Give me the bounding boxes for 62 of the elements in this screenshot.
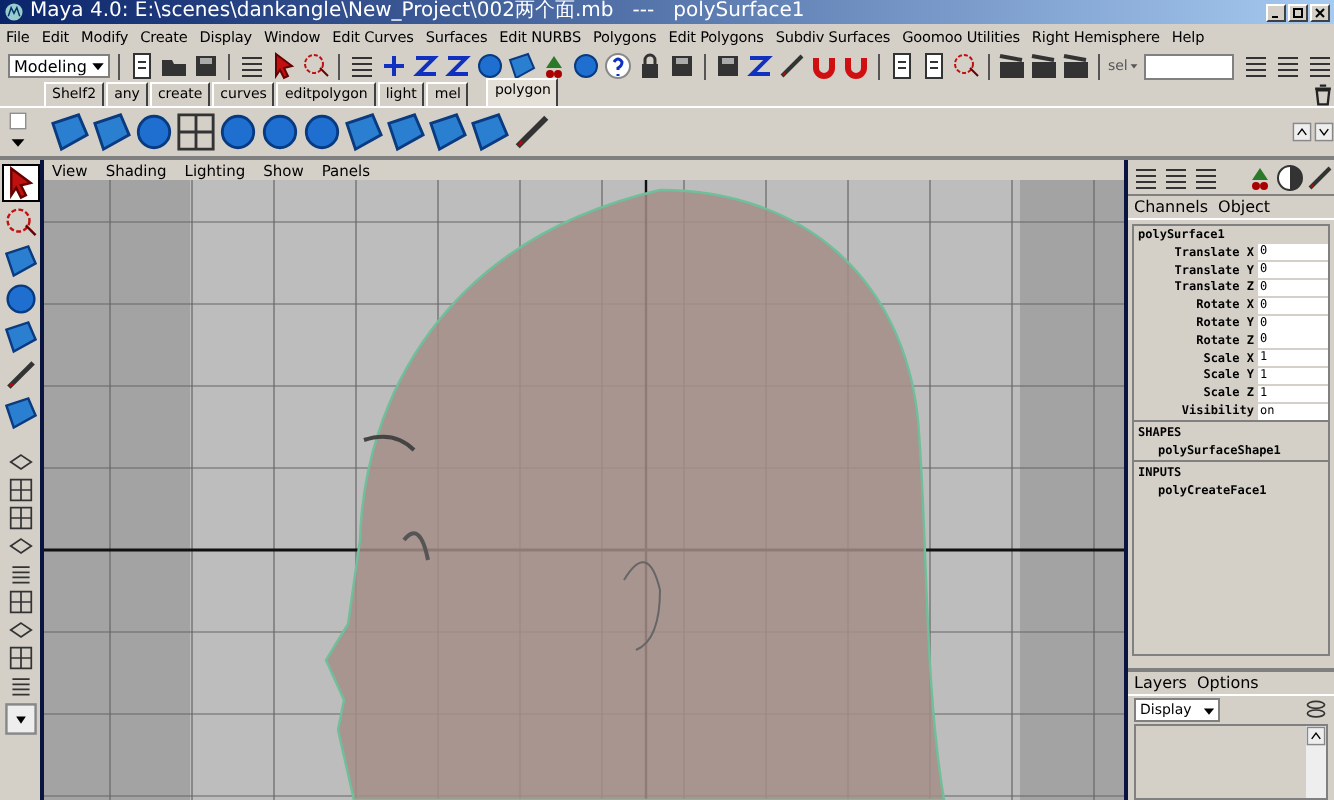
list-icon[interactable] [238, 52, 267, 80]
pen-icon[interactable] [3, 358, 37, 392]
pen-icon[interactable] [1306, 163, 1334, 191]
lasso-icon[interactable] [3, 206, 37, 240]
window-title: Maya 4.0: E:\scenes\dankangle\New_Project\002两个面.mb --- polySurface1 [30, 0, 807, 24]
channel-menu-item[interactable]: Channels [1134, 198, 1209, 216]
document-icon[interactable] [920, 52, 948, 80]
selection-input-field[interactable] [1143, 53, 1235, 79]
layer-icon[interactable] [1304, 698, 1328, 722]
app-logo-icon [4, 2, 24, 22]
list-icon[interactable] [1242, 52, 1271, 80]
list-icon[interactable] [1192, 163, 1220, 191]
pen-icon[interactable] [778, 52, 807, 80]
layer-menu-item[interactable]: Options [1196, 674, 1259, 692]
ball-icon[interactable] [1276, 163, 1304, 191]
scroll-up-icon[interactable] [1292, 122, 1312, 142]
polygon-icon[interactable] [3, 244, 37, 278]
clapper-icon[interactable] [1029, 52, 1058, 80]
mode-dropdown[interactable]: Modeling [8, 54, 111, 78]
document-icon[interactable] [128, 52, 157, 80]
magnet-icon[interactable] [810, 52, 839, 80]
list-icon[interactable] [1132, 163, 1160, 191]
magnet-icon[interactable] [842, 52, 871, 80]
scroll-up-icon[interactable] [1306, 726, 1326, 746]
polygon-icon[interactable] [344, 112, 384, 152]
lasso-icon[interactable] [302, 52, 331, 80]
menu-toggle-icon[interactable] [8, 112, 28, 130]
list-icon[interactable] [348, 52, 377, 80]
help-icon[interactable] [604, 52, 633, 80]
curve-icon[interactable] [444, 52, 473, 80]
clapper-icon[interactable] [1061, 52, 1090, 80]
polygon-icon[interactable] [386, 112, 426, 152]
sphere-icon[interactable] [572, 52, 601, 80]
polygon-icon[interactable] [428, 112, 468, 152]
sphere-icon[interactable] [218, 112, 258, 152]
clapper-icon[interactable] [997, 52, 1026, 80]
scroll-down-icon[interactable] [1314, 122, 1334, 142]
lasso-icon[interactable] [952, 52, 980, 80]
sphere-icon[interactable] [476, 52, 505, 80]
polygon-icon[interactable] [50, 112, 90, 152]
list-icon[interactable] [1274, 52, 1303, 80]
document-icon[interactable] [888, 52, 916, 80]
polygon-icon[interactable] [3, 396, 37, 430]
plus-icon[interactable] [380, 52, 409, 80]
grid-icon[interactable] [176, 112, 216, 152]
list-icon[interactable] [1162, 163, 1190, 191]
list-icon[interactable] [1306, 52, 1334, 80]
sphere-icon[interactable] [302, 112, 342, 152]
channel-menu-item[interactable]: Object [1218, 198, 1271, 216]
sphere-icon[interactable] [3, 282, 37, 316]
layer-menu-item[interactable]: Layers [1134, 674, 1187, 692]
sphere-icon[interactable] [134, 112, 174, 152]
polygon-icon[interactable] [92, 112, 132, 152]
arrow-cursor-icon[interactable] [270, 52, 299, 80]
pen-icon[interactable] [512, 112, 552, 152]
curve-icon[interactable] [412, 52, 441, 80]
dropdown-arrow-icon[interactable] [8, 134, 28, 152]
curve-icon[interactable] [746, 52, 775, 80]
trash-icon[interactable] [1312, 84, 1334, 106]
sphere-icon[interactable] [260, 112, 300, 152]
polygon-icon[interactable] [3, 320, 37, 354]
polygon-icon[interactable] [470, 112, 510, 152]
